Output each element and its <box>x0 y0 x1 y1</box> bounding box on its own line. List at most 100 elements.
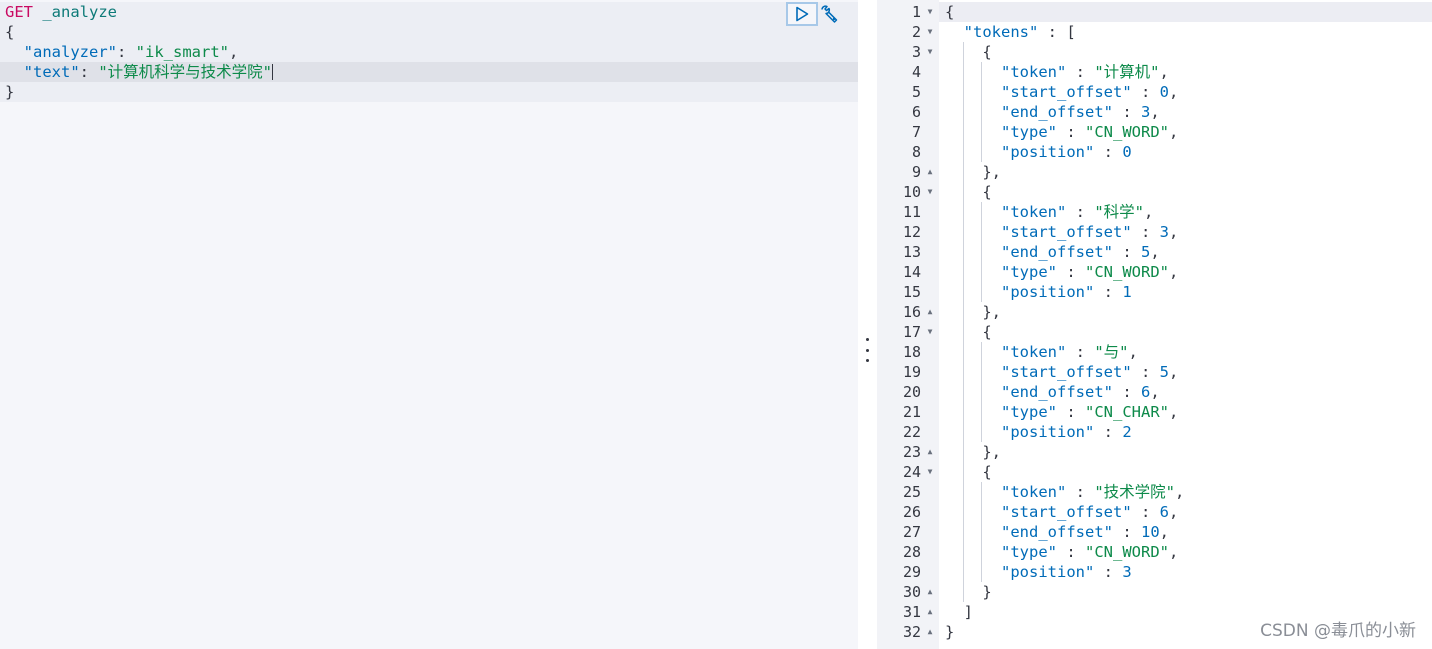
line-number: 28 <box>902 543 921 561</box>
line-number: 30 <box>902 583 921 601</box>
line-number: 7 <box>911 123 921 141</box>
response-line: "end_offset" : 10, <box>1001 523 1169 541</box>
request-open-brace: { <box>5 23 15 41</box>
request-method: GET <box>5 3 33 21</box>
response-line: "end_offset" : 5, <box>1001 243 1160 261</box>
response-line: "end_offset" : 6, <box>1001 383 1160 401</box>
line-number: 10 <box>902 183 921 201</box>
request-line-1[interactable]: GET _analyze <box>5 2 117 22</box>
request-line-2[interactable]: { <box>5 22 14 42</box>
response-line: "position" : 2 <box>1001 423 1132 441</box>
line-number: 2 <box>911 23 921 41</box>
line-number: 17 <box>902 323 921 341</box>
response-line: { <box>945 3 955 21</box>
line-number: 21 <box>902 403 921 421</box>
response-line: "start_offset" : 0, <box>1001 83 1179 101</box>
fold-open-icon[interactable]: ▼ <box>925 22 935 42</box>
line-number: 32 <box>902 623 921 641</box>
analyzer-key: "analyzer" <box>23 43 117 61</box>
response-line: "type" : "CN_WORD", <box>1001 543 1179 561</box>
fold-open-icon[interactable]: ▼ <box>925 2 935 22</box>
response-line: "token" : "技术学院", <box>1001 483 1185 501</box>
response-line: }, <box>982 163 1001 181</box>
line-number: 31 <box>902 603 921 621</box>
line-number: 26 <box>902 503 921 521</box>
line-number: 5 <box>911 83 921 101</box>
resize-handle[interactable] <box>862 338 872 362</box>
response-line: } <box>982 583 992 601</box>
fold-open-icon[interactable]: ▼ <box>925 42 935 62</box>
request-line-3[interactable]: "analyzer": "ik_smart", <box>5 42 239 62</box>
line-number: 6 <box>911 103 921 121</box>
fold-open-icon[interactable]: ▼ <box>925 462 935 482</box>
fold-open-icon[interactable]: ▼ <box>925 322 935 342</box>
response-line: "start_offset" : 3, <box>1001 223 1179 241</box>
request-endpoint: _analyze <box>42 3 117 21</box>
request-line-5[interactable]: } <box>5 82 14 102</box>
fold-open-icon[interactable]: ▼ <box>925 182 935 202</box>
response-line: "start_offset" : 6, <box>1001 503 1179 521</box>
fold-close-icon[interactable]: ▲ <box>925 602 935 622</box>
line-number: 15 <box>902 283 921 301</box>
response-line: "token" : "科学", <box>1001 203 1154 221</box>
play-icon <box>796 6 809 22</box>
response-line: { <box>982 323 992 341</box>
line-number: 4 <box>911 63 921 81</box>
request-line-4[interactable]: "text": "计算机科学与技术学院" <box>5 62 274 82</box>
line-number: 20 <box>902 383 921 401</box>
response-line: "end_offset" : 3, <box>1001 103 1160 121</box>
response-line: "token" : "计算机", <box>1001 63 1169 81</box>
request-settings-button[interactable] <box>818 3 840 25</box>
response-line: "type" : "CN_WORD", <box>1001 263 1179 281</box>
line-number: 16 <box>902 303 921 321</box>
fold-close-icon[interactable]: ▲ <box>925 582 935 602</box>
response-line: "position" : 3 <box>1001 563 1132 581</box>
analyzer-value: "ik_smart" <box>135 43 229 61</box>
line-number: 1 <box>911 3 921 21</box>
line-number: 27 <box>902 523 921 541</box>
response-line: }, <box>982 443 1001 461</box>
line-number: 8 <box>911 143 921 161</box>
text-cursor <box>272 64 274 80</box>
response-line: "tokens" : [ <box>963 23 1076 41</box>
response-line: "position" : 0 <box>1001 143 1132 161</box>
send-request-button[interactable] <box>786 2 818 26</box>
line-number: 18 <box>902 343 921 361</box>
pane-divider[interactable] <box>858 0 877 649</box>
response-line: "position" : 1 <box>1001 283 1132 301</box>
line-number: 25 <box>902 483 921 501</box>
request-editor[interactable]: GET _analyze { "analyzer": "ik_smart", "… <box>0 0 858 649</box>
fold-close-icon[interactable]: ▲ <box>925 442 935 462</box>
response-line: }, <box>982 303 1001 321</box>
line-number: 23 <box>902 443 921 461</box>
response-line: } <box>945 623 955 641</box>
line-number: 9 <box>911 163 921 181</box>
response-line: { <box>982 43 992 61</box>
response-line: "type" : "CN_CHAR", <box>1001 403 1179 421</box>
fold-close-icon[interactable]: ▲ <box>925 162 935 182</box>
response-line: { <box>982 183 992 201</box>
line-number: 14 <box>902 263 921 281</box>
line-number: 24 <box>902 463 921 481</box>
line-number: 3 <box>911 43 921 61</box>
line-number: 22 <box>902 423 921 441</box>
response-line: { <box>982 463 992 481</box>
response-line: "type" : "CN_WORD", <box>1001 123 1179 141</box>
fold-close-icon[interactable]: ▲ <box>925 302 935 322</box>
response-active-line <box>939 2 1432 22</box>
response-line: "token" : "与", <box>1001 343 1138 361</box>
response-viewer[interactable]: 1 ▼ 2 ▼ 3 ▼ 4 5 6 7 8 9 ▲ 10 ▼ 11 12 13 14 15 16 ▲ 17 ▼ 18 19 20 21… <box>877 0 1432 649</box>
wrench-icon <box>821 5 838 23</box>
text-key: "text" <box>23 63 80 81</box>
line-number: 19 <box>902 363 921 381</box>
line-number: 29 <box>902 563 921 581</box>
response-line: "start_offset" : 5, <box>1001 363 1179 381</box>
response-line: ] <box>963 603 974 621</box>
request-close-brace: } <box>5 83 15 101</box>
line-number: 12 <box>902 223 921 241</box>
line-number: 11 <box>902 203 921 221</box>
fold-close-icon[interactable]: ▲ <box>925 622 935 642</box>
text-value: "计算机科学与技术学院" <box>98 63 273 81</box>
line-number: 13 <box>902 243 921 261</box>
watermark: CSDN @毒爪的小新 <box>1260 621 1416 641</box>
